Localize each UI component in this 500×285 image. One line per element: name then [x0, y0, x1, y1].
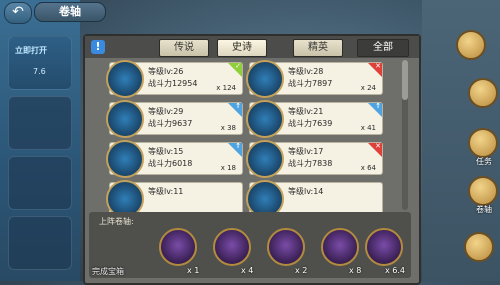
- scroll-icon[interactable]: [468, 176, 498, 206]
- tab-legend[interactable]: 传说: [159, 39, 209, 57]
- hero-portrait: [106, 60, 144, 98]
- deployed-scrolls: 上阵卷轴: x 1 x 4 x 2 x 8 x 6.4: [89, 212, 411, 278]
- card-count: x 18: [220, 164, 236, 172]
- hero-portrait: [246, 60, 284, 98]
- scroll-card[interactable]: 等级lv:28 战斗力7897 x 24 ✕: [246, 60, 383, 98]
- scroll-card[interactable]: 等级lv:15 战斗力6018 x 18 ↑: [106, 140, 243, 178]
- hero-portrait: [106, 180, 144, 212]
- hero-portrait: [246, 100, 284, 138]
- deployed-label: 上阵卷轴:: [99, 217, 134, 226]
- upgrade-arrow-icon: ↑: [375, 102, 381, 110]
- card-level: 等级lv:21: [288, 107, 324, 116]
- deployed-count: x 2: [295, 266, 308, 275]
- shield-icon[interactable]: [468, 78, 498, 108]
- card-count: x 124: [216, 84, 236, 92]
- card-count: x 41: [360, 124, 376, 132]
- open-now-badge: 立即打开: [15, 46, 47, 55]
- left-slot[interactable]: 立即打开 7.6: [8, 36, 72, 90]
- card-power: 战斗力7838: [288, 159, 333, 168]
- card-level: 等级lv:26: [148, 67, 184, 76]
- card-count: x 64: [360, 164, 376, 172]
- card-count: x 24: [360, 84, 376, 92]
- deployed-count: x 1: [187, 266, 200, 275]
- left-slot[interactable]: [8, 96, 72, 150]
- deployed-scroll-item[interactable]: [267, 228, 305, 266]
- deployed-scroll-item[interactable]: [213, 228, 251, 266]
- deployed-count: x 8: [349, 266, 362, 275]
- card-power: 战斗力12954: [148, 79, 198, 88]
- deployed-count: x 6.4: [385, 266, 405, 275]
- close-icon: ✕: [375, 142, 381, 150]
- upgrade-arrow-icon: ↑: [235, 142, 241, 150]
- task-label: 任务: [476, 157, 492, 166]
- left-small-text: 7.6: [33, 67, 46, 76]
- deployed-count: x 4: [241, 266, 254, 275]
- deployed-scroll-item[interactable]: [365, 228, 403, 266]
- list-scrollbar[interactable]: [402, 60, 408, 210]
- left-background: 立即打开 7.6: [0, 0, 80, 281]
- battle-icon[interactable]: [464, 232, 494, 262]
- hero-portrait: [106, 100, 144, 138]
- back-button[interactable]: ↶: [4, 2, 32, 24]
- right-background: 任务 卷轴: [422, 0, 500, 281]
- tab-all[interactable]: 全部: [357, 39, 409, 57]
- hero-portrait: [246, 180, 284, 212]
- card-level: 等级lv:17: [288, 147, 324, 156]
- card-level: 等级lv:14: [288, 187, 324, 196]
- card-power: 战斗力7897: [288, 79, 333, 88]
- info-icon[interactable]: !: [91, 40, 105, 54]
- card-count: x 38: [220, 124, 236, 132]
- scroll-card[interactable]: 等级lv:11: [106, 180, 243, 212]
- scroll-card[interactable]: 等级lv:17 战斗力7838 x 64 ✕: [246, 140, 383, 178]
- panel-header: ! 传说 史诗 精英 全部: [85, 36, 419, 58]
- page-title: 卷轴: [34, 2, 106, 22]
- card-power: 战斗力7639: [288, 119, 333, 128]
- tab-elite[interactable]: 精英: [293, 39, 343, 57]
- deployed-scroll-item[interactable]: [321, 228, 359, 266]
- back-arrow-icon: ↶: [12, 4, 24, 20]
- scroll-card[interactable]: 等级lv:14: [246, 180, 383, 212]
- scroll-label: 卷轴: [476, 205, 492, 214]
- task-icon[interactable]: [468, 128, 498, 158]
- card-power: 战斗力9637: [148, 119, 193, 128]
- close-icon: ✕: [375, 62, 381, 70]
- card-level: 等级lv:11: [148, 187, 184, 196]
- tab-epic[interactable]: 史诗: [217, 39, 267, 57]
- check-icon: ✓: [235, 62, 241, 70]
- card-power: 战斗力6018: [148, 159, 193, 168]
- upgrade-arrow-icon: ↑: [235, 102, 241, 110]
- card-list[interactable]: 等级lv:26 战斗力12954 x 124 ✓ 等级lv:28 战斗力7897…: [99, 60, 389, 212]
- hero-portrait: [106, 140, 144, 178]
- left-slot[interactable]: [8, 216, 72, 270]
- character-icon[interactable]: [456, 30, 486, 60]
- scroll-thumb[interactable]: [402, 60, 408, 100]
- card-level: 等级lv:28: [288, 67, 324, 76]
- deployed-scroll-item[interactable]: [159, 228, 197, 266]
- scroll-card[interactable]: 等级lv:21 战斗力7639 x 41 ↑: [246, 100, 383, 138]
- top-bar: ↶ 卷轴: [0, 0, 120, 24]
- footer-text: 完成宝箱: [92, 267, 124, 276]
- left-slot[interactable]: [8, 156, 72, 210]
- card-level: 等级lv:29: [148, 107, 184, 116]
- scroll-card[interactable]: 等级lv:29 战斗力9637 x 38 ↑: [106, 100, 243, 138]
- hero-portrait: [246, 140, 284, 178]
- card-level: 等级lv:15: [148, 147, 184, 156]
- scroll-panel: ! 传说 史诗 精英 全部 等级lv:26 战斗力12954 x 124 ✓ 等…: [83, 34, 421, 285]
- scroll-card[interactable]: 等级lv:26 战斗力12954 x 124 ✓: [106, 60, 243, 98]
